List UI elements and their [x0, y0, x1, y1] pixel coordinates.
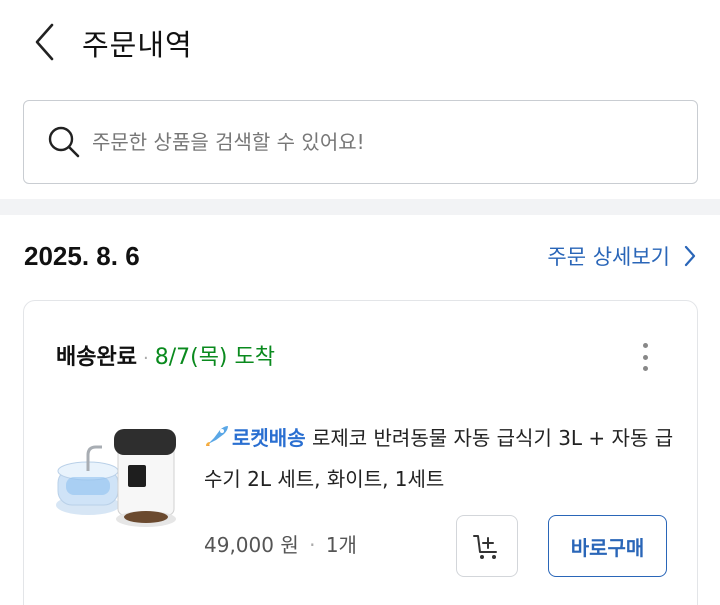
more-options-button[interactable]: [633, 339, 657, 375]
section-divider: [0, 199, 720, 215]
order-date-row: 2025. 8. 6 주문 상세보기: [24, 236, 696, 276]
search-icon: [46, 124, 82, 160]
search-bar[interactable]: [23, 100, 698, 184]
buy-now-button[interactable]: 바로구매: [548, 515, 667, 577]
delivery-status-row: 배송완료 · 8/7(목) 도착: [56, 339, 275, 371]
back-button[interactable]: [26, 20, 62, 64]
order-detail-label: 주문 상세보기: [547, 245, 670, 269]
status-separator: ·: [142, 348, 149, 369]
order-detail-link[interactable]: 주문 상세보기: [547, 241, 696, 271]
chevron-right-icon: [684, 245, 696, 267]
add-to-cart-icon: [473, 535, 497, 559]
product-image[interactable]: [50, 419, 180, 531]
app-header: 주문내역: [0, 0, 720, 86]
add-to-cart-button[interactable]: [456, 515, 518, 577]
status-badge: 배송완료: [56, 345, 137, 370]
more-vertical-icon: [642, 343, 648, 348]
rocket-icon: [204, 422, 230, 460]
search-input[interactable]: [92, 130, 652, 154]
arrival-date: 8/7(목) 도착: [154, 345, 275, 370]
product-title[interactable]: 로켓배송 로제코 반려동물 자동 급식기 3L + 자동 급수기 2L 세트, …: [204, 419, 674, 498]
rocket-delivery-badge: 로켓배송: [232, 426, 306, 450]
page-title: 주문내역: [82, 28, 193, 62]
product-quantity: 1개: [325, 533, 357, 557]
order-card: 배송완료 · 8/7(목) 도착 로켓배송 로제코 반려동물 자동 급식기 3L…: [23, 300, 698, 605]
price-row: 49,000 원 · 1개: [204, 529, 357, 558]
back-chevron-icon: [35, 23, 54, 61]
product-price: 49,000 원: [204, 533, 299, 557]
order-date: 2025. 8. 6: [24, 240, 140, 271]
price-separator: ·: [309, 533, 316, 557]
